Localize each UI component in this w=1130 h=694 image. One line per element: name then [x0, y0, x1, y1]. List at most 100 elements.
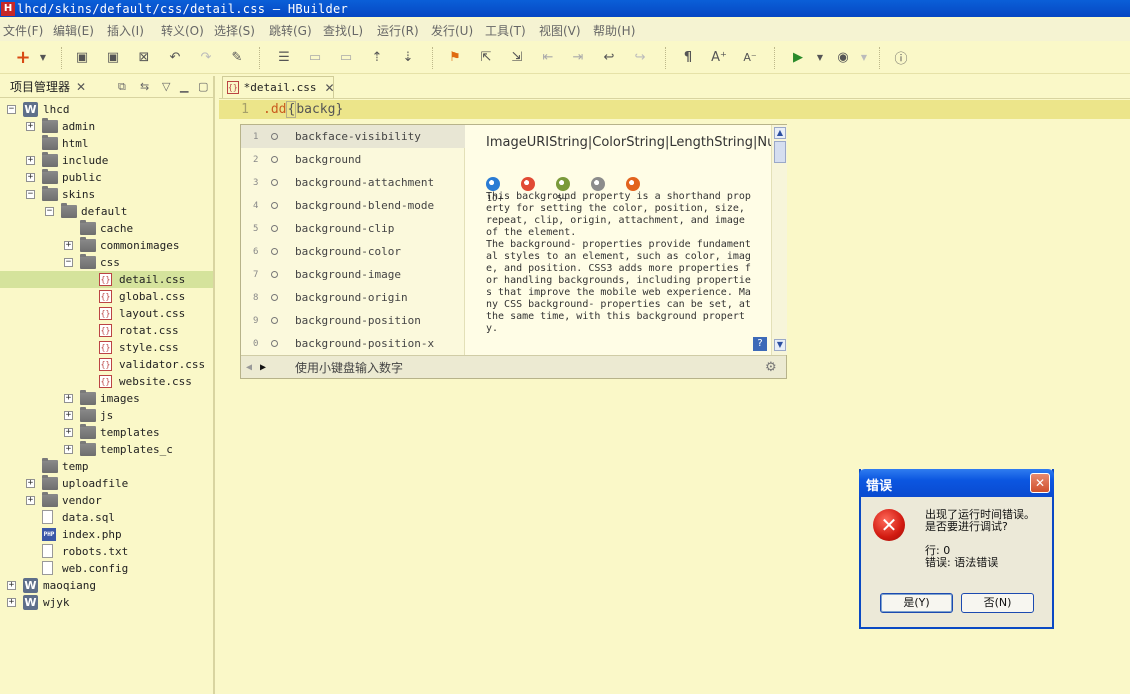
tree-item[interactable]: + vendor	[0, 492, 213, 509]
run-icon[interactable]: ▶	[790, 49, 806, 65]
tree-item[interactable]: − skins	[0, 186, 213, 203]
tree-item[interactable]: + public	[0, 169, 213, 186]
fold-icon[interactable]: ▭	[338, 49, 354, 65]
menu-item[interactable]: 转义(O)	[161, 22, 212, 39]
expand-icon[interactable]: +	[7, 581, 16, 590]
back-icon[interactable]: ↩	[601, 49, 617, 65]
doc-scrollbar[interactable]: ▲ ▼	[771, 125, 787, 355]
expand-icon[interactable]: +	[64, 445, 73, 454]
tree-item[interactable]: + uploadfile	[0, 475, 213, 492]
close-file-icon[interactable]: ⊠	[136, 49, 152, 65]
tab-detail-css[interactable]: {} *detail.css ✕	[222, 76, 335, 98]
tree-item[interactable]: robots.txt	[0, 543, 213, 560]
expand-icon[interactable]: +	[64, 428, 73, 437]
format-icon[interactable]: ✎	[229, 49, 245, 65]
tree-item[interactable]: − Wlhcd	[0, 101, 213, 118]
forward-icon[interactable]: ↪	[632, 49, 648, 65]
expand-icon[interactable]: +	[26, 122, 35, 131]
maximize-icon[interactable]: ▢	[198, 80, 208, 93]
tree-item[interactable]: {} detail.css	[0, 271, 213, 288]
move-up-icon[interactable]: ⇡	[369, 49, 385, 65]
tree-item[interactable]: {} validator.css	[0, 356, 213, 373]
tree-item[interactable]: + Wwjyk	[0, 594, 213, 611]
menu-item[interactable]: 跳转(G)	[269, 22, 320, 39]
tree-item[interactable]: {} style.css	[0, 339, 213, 356]
new-icon[interactable]: +	[15, 47, 31, 68]
link-editor-icon[interactable]: ⇆	[140, 80, 149, 93]
browser-dropdown-icon[interactable]: ▼	[856, 49, 872, 65]
tree-item[interactable]: + admin	[0, 118, 213, 135]
tree-item[interactable]: {} rotat.css	[0, 322, 213, 339]
tree-item[interactable]: − default	[0, 203, 213, 220]
tree-item[interactable]: + templates_c	[0, 441, 213, 458]
collapse-icon[interactable]: −	[45, 207, 54, 216]
save-icon[interactable]: ▣	[74, 49, 90, 65]
tree-item[interactable]: {} website.css	[0, 373, 213, 390]
menu-item[interactable]: 工具(T)	[485, 22, 534, 39]
collapse-icon[interactable]: −	[7, 105, 16, 114]
tree-item[interactable]: + js	[0, 407, 213, 424]
suggestion-item[interactable]: 0 background-position-x	[241, 332, 465, 355]
tree-item[interactable]: cache	[0, 220, 213, 237]
menu-item[interactable]: 插入(I)	[107, 22, 152, 39]
scroll-down-icon[interactable]: ▼	[774, 339, 786, 351]
tree-item[interactable]: + templates	[0, 424, 213, 441]
close-icon[interactable]: ✕	[1030, 473, 1050, 493]
expand-icon[interactable]: +	[26, 479, 35, 488]
import-icon[interactable]: ⇱	[478, 49, 494, 65]
help-icon[interactable]: ?	[753, 337, 767, 351]
uncomment-icon[interactable]: ▭	[307, 49, 323, 65]
run-dropdown-icon[interactable]: ▼	[812, 49, 828, 65]
gear-icon[interactable]: ⚙	[765, 360, 777, 375]
menu-item[interactable]: 选择(S)	[214, 22, 263, 39]
tree-item[interactable]: PHP index.php	[0, 526, 213, 543]
code-line[interactable]: 1 .dd{backg}	[219, 100, 1130, 119]
menu-item[interactable]: 编辑(E)	[53, 22, 102, 39]
prev-edit-icon[interactable]: ⇤	[540, 49, 556, 65]
next-edit-icon[interactable]: ⇥	[570, 49, 586, 65]
tree-item[interactable]: + include	[0, 152, 213, 169]
suggestion-item[interactable]: 8 background-origin	[241, 286, 465, 309]
suggestion-item[interactable]: 3 background-attachment	[241, 171, 465, 194]
undo-icon[interactable]: ↶	[167, 49, 183, 65]
bookmark-icon[interactable]: ⚑	[447, 49, 463, 65]
close-icon[interactable]: ✕	[76, 80, 86, 94]
suggestion-item[interactable]: 6 background-color	[241, 240, 465, 263]
suggestion-item[interactable]: 5 background-clip	[241, 217, 465, 240]
new-dropdown-icon[interactable]: ▼	[35, 49, 51, 65]
expand-icon[interactable]: +	[26, 173, 35, 182]
tree-item[interactable]: + commonimages	[0, 237, 213, 254]
collapse-all-icon[interactable]: ⧉	[118, 80, 126, 94]
pilcrow-icon[interactable]: ¶	[680, 49, 696, 65]
scroll-up-icon[interactable]: ▲	[774, 127, 786, 139]
info-icon[interactable]: ⓘ	[893, 49, 909, 67]
view-menu-icon[interactable]: ▽	[162, 80, 170, 93]
code-text[interactable]: .dd{backg}	[263, 101, 343, 118]
collapse-icon[interactable]: −	[64, 258, 73, 267]
save-all-icon[interactable]: ▣	[105, 49, 121, 65]
menu-item[interactable]: 运行(R)	[377, 22, 427, 39]
tree-item[interactable]: {} global.css	[0, 288, 213, 305]
tree-item[interactable]: html	[0, 135, 213, 152]
expand-icon[interactable]: +	[64, 241, 73, 250]
next-page-icon[interactable]: ▶	[260, 362, 266, 373]
tree-item[interactable]: data.sql	[0, 509, 213, 526]
tree-item[interactable]: + images	[0, 390, 213, 407]
minimize-icon[interactable]: ▁	[180, 80, 188, 93]
expand-icon[interactable]: +	[64, 394, 73, 403]
tree-item[interactable]: + Wmaoqiang	[0, 577, 213, 594]
redo-icon[interactable]: ↷	[198, 49, 214, 65]
suggestion-item[interactable]: 7 background-image	[241, 263, 465, 286]
font-decrease-icon[interactable]: A⁻	[742, 49, 758, 65]
tree-item[interactable]: − css	[0, 254, 213, 271]
export-icon[interactable]: ⇲	[509, 49, 525, 65]
menu-item[interactable]: 发行(U)	[431, 22, 481, 39]
tree-item[interactable]: temp	[0, 458, 213, 475]
expand-icon[interactable]: +	[26, 156, 35, 165]
expand-icon[interactable]: +	[26, 496, 35, 505]
browser-icon[interactable]: ◉	[835, 49, 851, 65]
scroll-thumb[interactable]	[774, 141, 786, 163]
suggestion-item[interactable]: 1 backface-visibility	[241, 125, 465, 148]
close-icon[interactable]: ✕	[325, 81, 335, 95]
expand-icon[interactable]: +	[7, 598, 16, 607]
